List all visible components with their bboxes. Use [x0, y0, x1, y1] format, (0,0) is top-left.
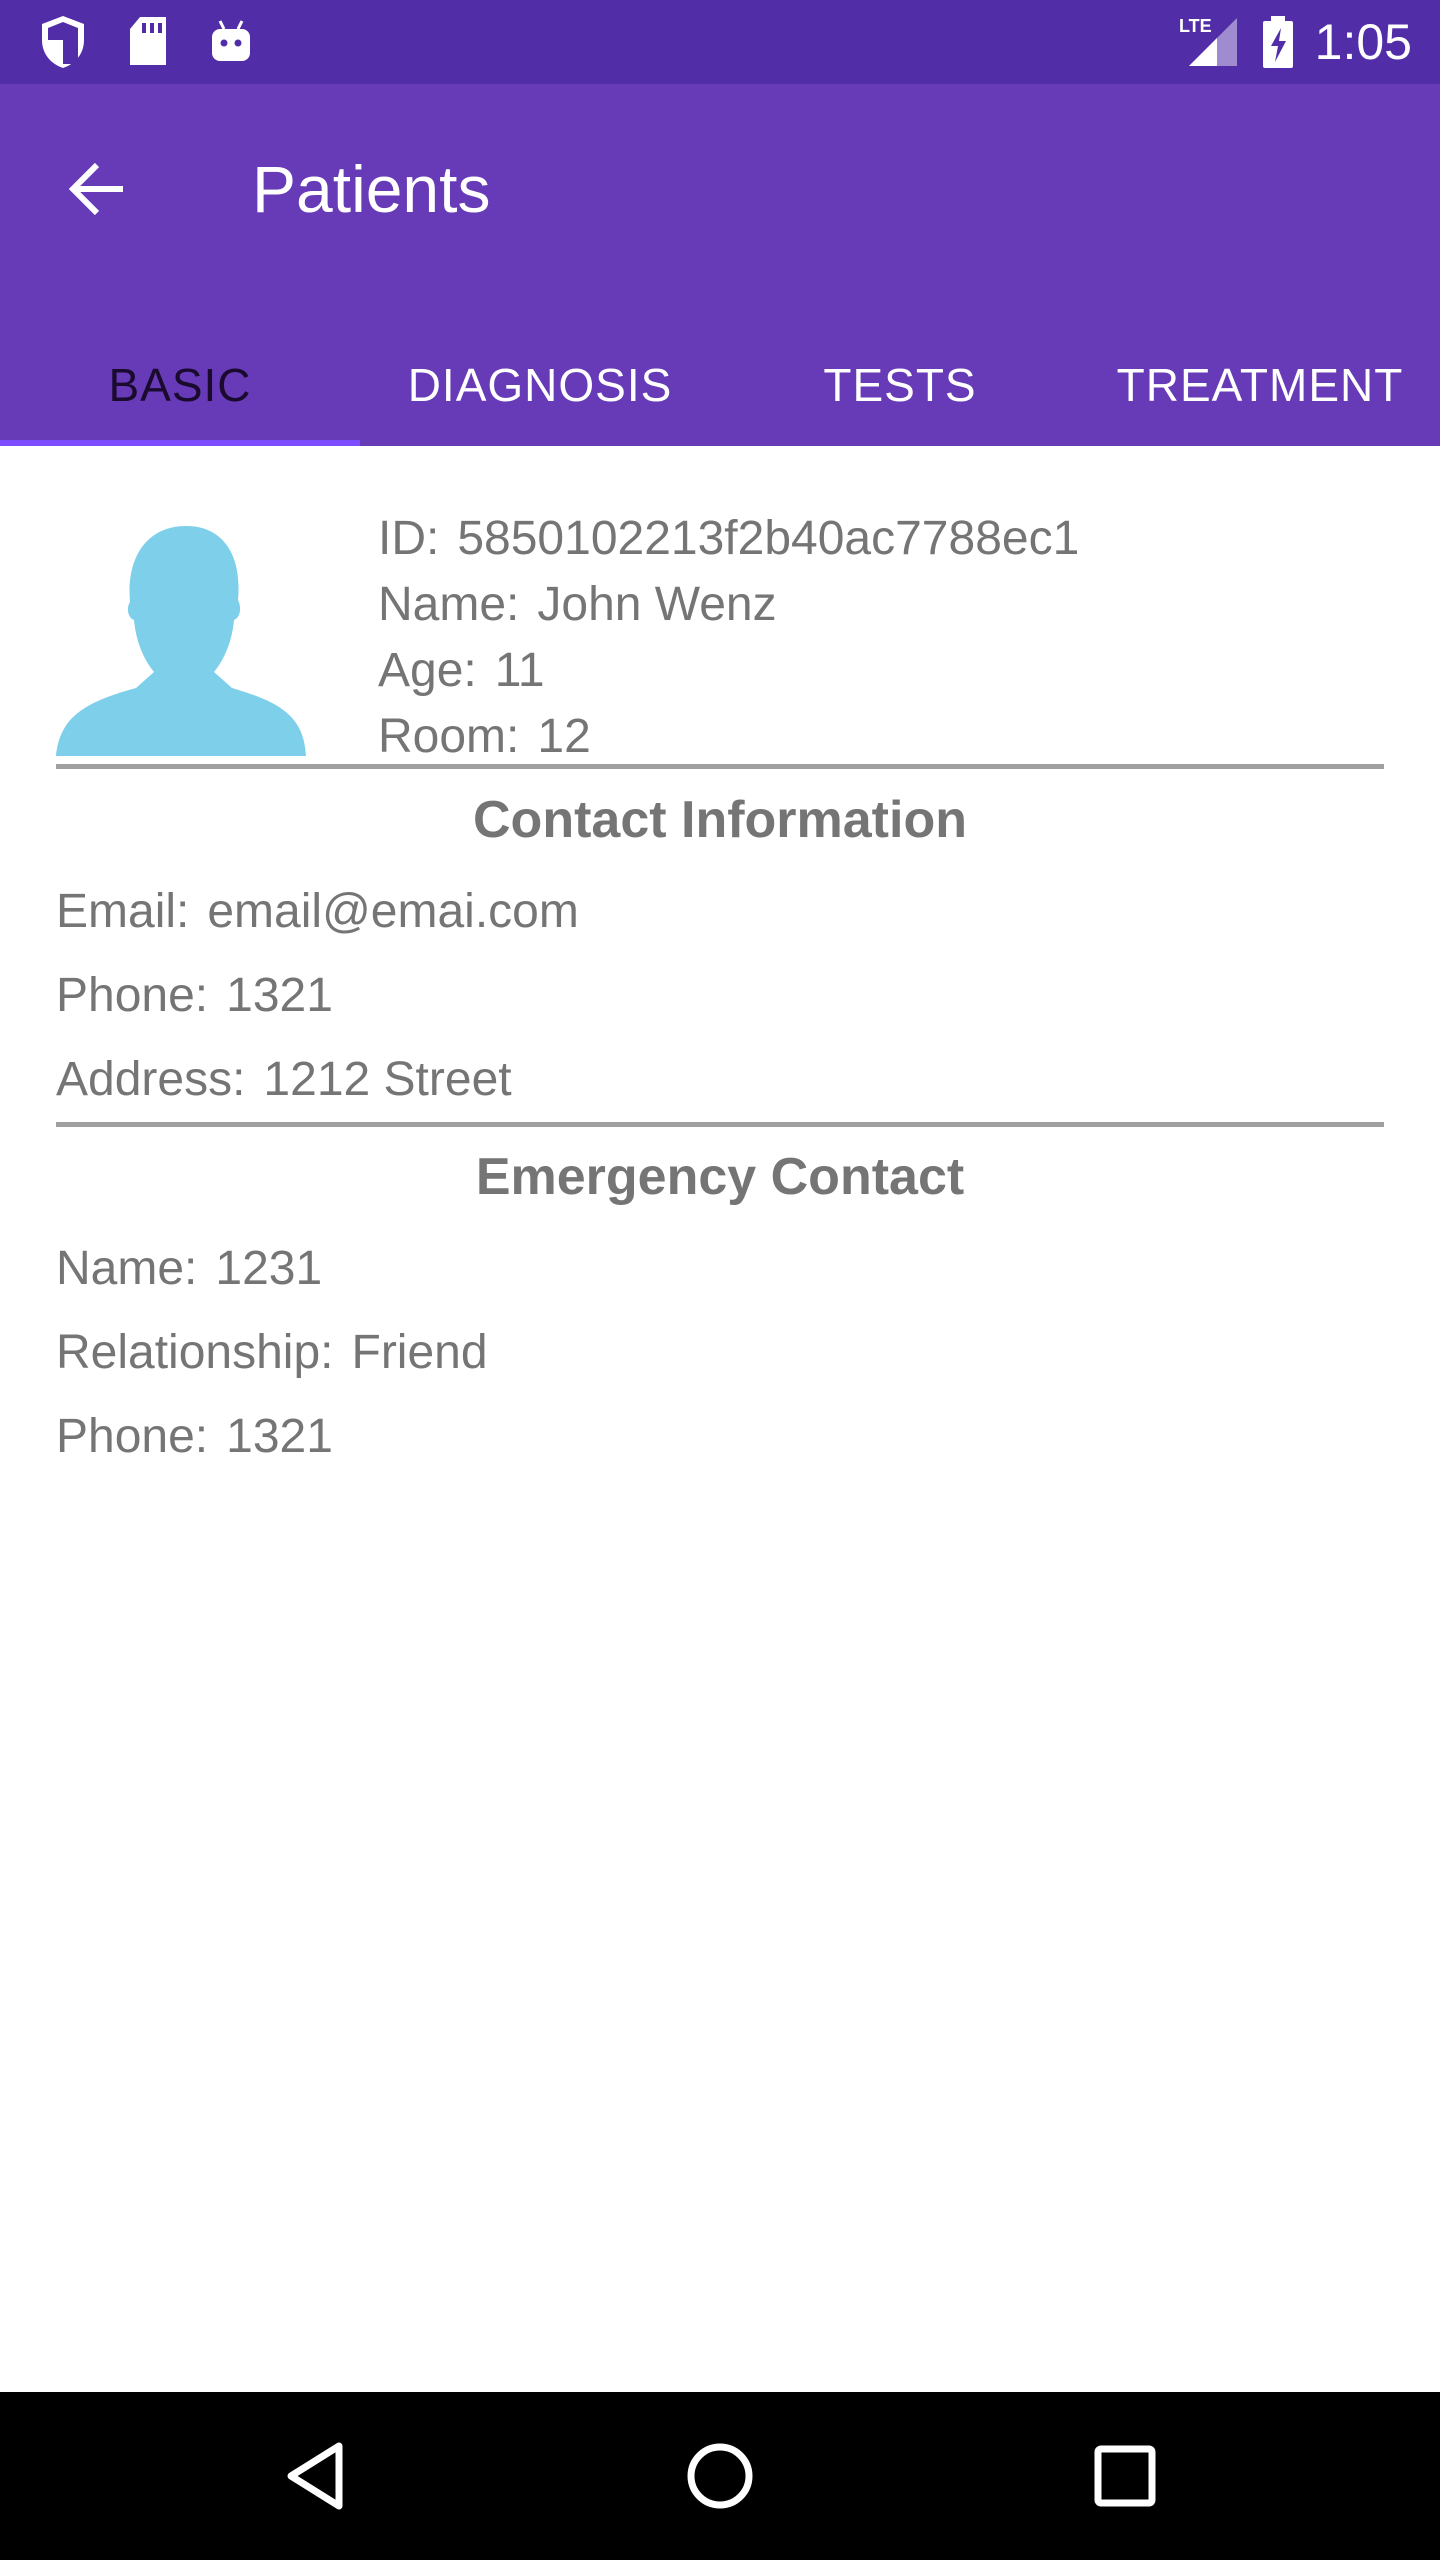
arrow-back-icon [67, 161, 127, 217]
sd-card-icon [126, 15, 170, 69]
signal-icon: LTE [1177, 14, 1241, 70]
status-bar: LTE 1:05 [0, 0, 1440, 84]
divider [56, 764, 1384, 769]
address-value: 1212 Street [263, 1053, 512, 1106]
relationship-value: Friend [351, 1326, 488, 1379]
tab-tests-label: TESTS [823, 359, 977, 411]
tab-treatment[interactable]: TREATMENT [1080, 324, 1440, 446]
emergency-phone-row: Phone: 1321 [56, 1404, 333, 1470]
age-row: Age: 11 [378, 638, 1378, 704]
page-title: Patients [252, 152, 491, 226]
tab-treatment-label: TREATMENT [1116, 359, 1404, 411]
tab-basic-label: BASIC [108, 359, 252, 411]
nav-back-button[interactable] [225, 2392, 405, 2560]
age-value: 11 [494, 644, 545, 697]
emergency-name-value: 1231 [215, 1242, 323, 1295]
id-label: ID: [378, 512, 440, 565]
tab-basic[interactable]: BASIC [0, 324, 360, 446]
home-circle-icon [684, 2440, 756, 2512]
room-row: Room: 12 [378, 704, 1378, 770]
shield-icon [38, 14, 88, 70]
name-value: John Wenz [537, 578, 777, 631]
emergency-section-title: Emergency Contact [475, 1148, 965, 1206]
contact-section-title: Contact Information [473, 791, 967, 849]
room-label: Room: [378, 710, 520, 763]
emergency-phone-value: 1321 [226, 1410, 333, 1463]
recents-square-icon [1093, 2444, 1157, 2508]
nav-home-button[interactable] [630, 2392, 810, 2560]
android-icon [208, 17, 254, 67]
status-time: 1:05 [1314, 14, 1412, 70]
address-label: Address: [56, 1053, 246, 1106]
screen: LTE 1:05 Patients BASIC DIAGNOSIS TESTS … [0, 0, 1440, 2560]
tab-diagnosis[interactable]: DIAGNOSIS [360, 324, 720, 446]
back-triangle-icon [283, 2440, 347, 2512]
phone-value: 1321 [226, 969, 333, 1022]
age-label: Age: [378, 644, 477, 697]
id-value: 5850102213f2b40ac7788ec1 [457, 512, 1080, 565]
battery-charging-icon [1261, 14, 1295, 70]
tab-bar: BASIC DIAGNOSIS TESTS TREATMENT [0, 324, 1440, 446]
contact-address-row: Address: 1212 Street [56, 1047, 512, 1113]
avatar [56, 516, 306, 756]
emergency-phone-label: Phone: [56, 1410, 209, 1463]
email-label: Email: [56, 885, 190, 938]
name-row: Name: John Wenz [378, 572, 1378, 638]
back-button[interactable] [52, 144, 142, 234]
app-bar: Patients BASIC DIAGNOSIS TESTS TREATMENT [0, 84, 1440, 446]
status-right-icons: LTE 1:05 [1177, 10, 1412, 74]
divider [56, 1122, 1384, 1127]
emergency-name-row: Name: 1231 [56, 1236, 322, 1302]
tab-tests[interactable]: TESTS [720, 324, 1080, 446]
navigation-bar [0, 2392, 1440, 2560]
contact-email-row: Email: email@emai.com [56, 879, 579, 945]
id-row: ID: 5850102213f2b40ac7788ec1 [378, 506, 1378, 572]
name-label: Name: [378, 578, 520, 631]
relationship-label: Relationship: [56, 1326, 334, 1379]
status-left-icons [38, 14, 254, 70]
room-value: 12 [537, 710, 591, 763]
emergency-relationship-row: Relationship: Friend [56, 1320, 488, 1386]
contact-phone-row: Phone: 1321 [56, 963, 333, 1029]
tab-indicator [0, 440, 360, 446]
svg-text:LTE: LTE [1179, 16, 1212, 36]
phone-label: Phone: [56, 969, 209, 1022]
emergency-name-label: Name: [56, 1242, 198, 1295]
nav-recents-button[interactable] [1035, 2392, 1215, 2560]
basic-info: ID: 5850102213f2b40ac7788ec1 Name: John We… [378, 506, 1378, 770]
tab-diagnosis-label: DIAGNOSIS [407, 359, 673, 411]
email-value: email@emai.com [207, 885, 579, 938]
